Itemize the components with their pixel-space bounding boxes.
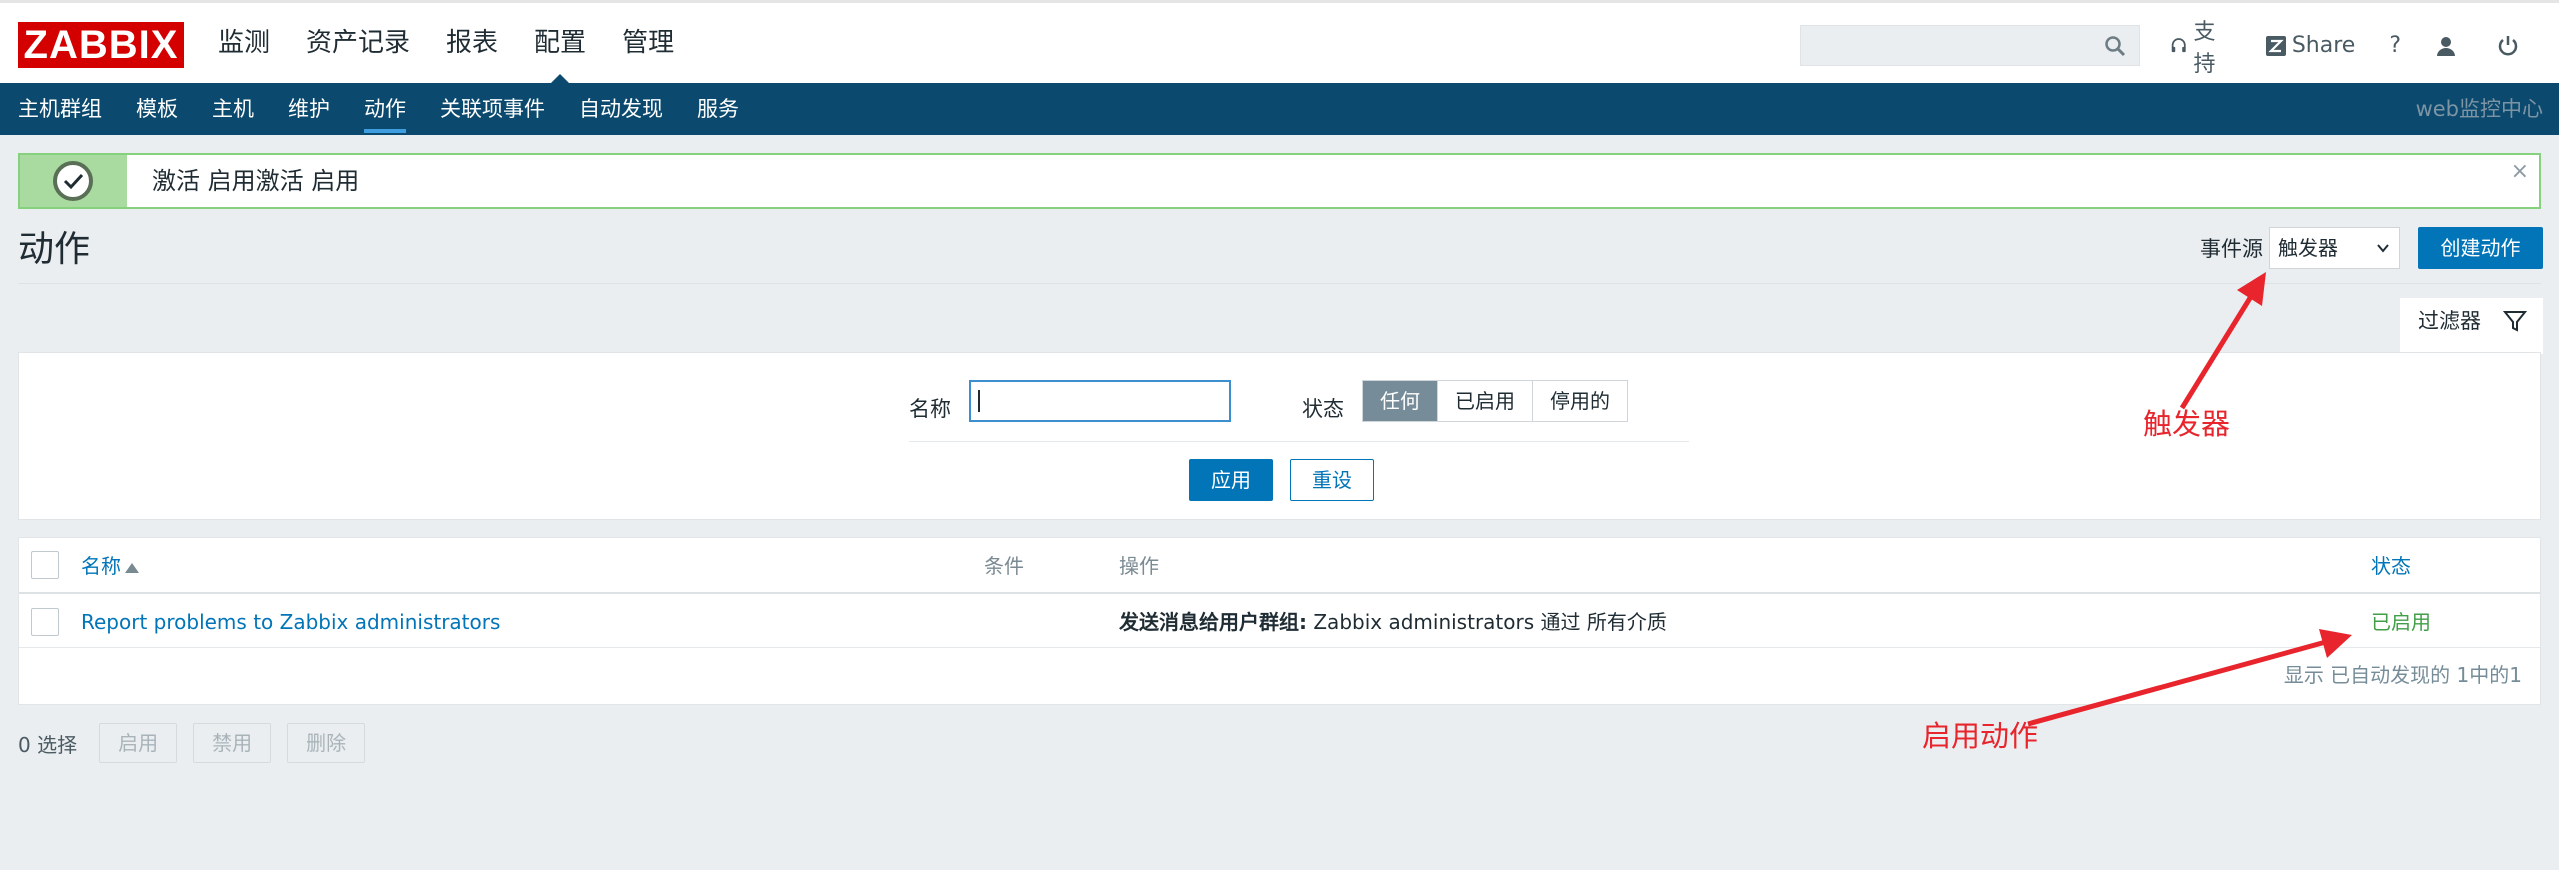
enable-arrow — [2027, 629, 2352, 727]
annotation-trigger-label: 触发器 — [2143, 407, 2231, 441]
annotation-enable-label: 启用动作 — [1922, 719, 2039, 753]
trigger-arrow — [2179, 272, 2266, 410]
